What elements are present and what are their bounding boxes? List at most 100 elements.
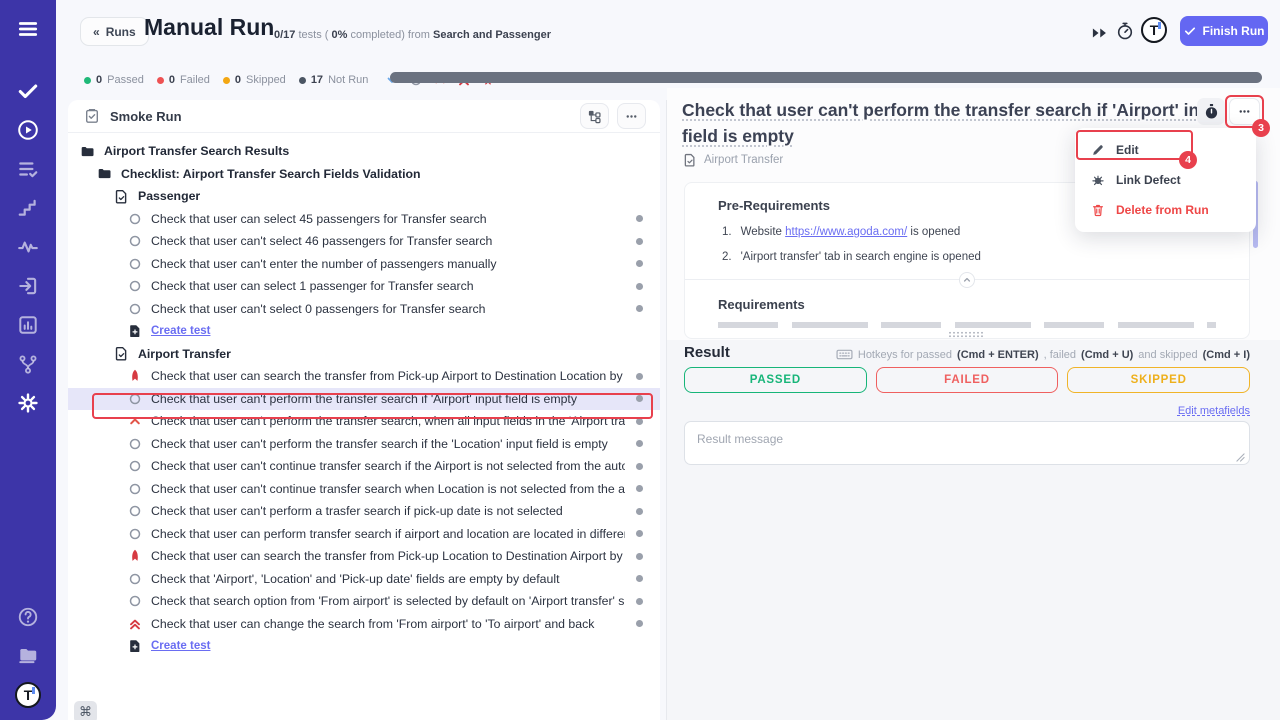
result-dot-icon[interactable]: [633, 595, 646, 608]
result-dot-icon[interactable]: [633, 415, 646, 428]
result-dot-icon[interactable]: [633, 212, 646, 225]
result-dot-icon[interactable]: [633, 257, 646, 270]
test-tree: Airport Transfer Search Results Checklis…: [68, 133, 660, 658]
result-dot-icon[interactable]: [633, 482, 646, 495]
tree-more-button[interactable]: [617, 103, 646, 129]
menu-item-edit[interactable]: Edit: [1075, 135, 1256, 165]
status-circle-icon: [128, 572, 142, 586]
app-sidebar: T: [0, 0, 56, 720]
test-title: Check that user can select 45 passengers…: [151, 212, 625, 226]
test-row[interactable]: Check that user can't select 46 passenge…: [68, 230, 660, 253]
result-dot-icon[interactable]: [633, 235, 646, 248]
test-row[interactable]: Check that user can't select 0 passenger…: [68, 298, 660, 321]
stairs-icon[interactable]: [17, 197, 39, 219]
status-circle-icon: [128, 594, 142, 608]
pulse-icon[interactable]: [17, 236, 39, 258]
finish-run-button[interactable]: Finish Run: [1180, 16, 1268, 46]
status-circle-icon: [128, 504, 142, 518]
case-context-menu: Edit Link Defect Delete from Run: [1075, 128, 1256, 232]
status-circle-icon: [128, 459, 142, 473]
result-dot-icon[interactable]: [633, 617, 646, 630]
test-row[interactable]: Check that user can't continue transfer …: [68, 455, 660, 478]
git-branch-icon[interactable]: [17, 353, 39, 375]
result-dot-icon[interactable]: [633, 280, 646, 293]
workspace-avatar[interactable]: T: [1141, 17, 1167, 43]
status-circle-icon: [128, 234, 142, 248]
test-title: Check that user can search the transfer …: [151, 549, 625, 563]
folder-icon[interactable]: [17, 644, 39, 666]
sign-in-icon[interactable]: [17, 275, 39, 297]
resize-handle[interactable]: [948, 331, 984, 338]
play-circle-icon[interactable]: [17, 119, 39, 141]
result-dot-icon[interactable]: [633, 505, 646, 518]
result-dot-icon[interactable]: [633, 460, 646, 473]
test-title: Check that user can't perform the transf…: [151, 414, 625, 428]
suite-breadcrumb: Airport Transfer: [683, 153, 783, 167]
test-row[interactable]: Check that user can't perform the transf…: [68, 410, 660, 433]
test-row-selected[interactable]: Check that user can't perform the transf…: [68, 388, 660, 411]
hamburger-menu-icon[interactable]: [17, 18, 39, 40]
test-row[interactable]: Check that user can't perform the transf…: [68, 433, 660, 456]
create-test-link[interactable]: Create test: [151, 325, 210, 337]
skipped-button[interactable]: SKIPPED: [1067, 367, 1250, 393]
test-row[interactable]: Check that user can search the transfer …: [68, 365, 660, 388]
folder-row[interactable]: Checklist: Airport Transfer Search Field…: [68, 163, 660, 186]
result-dot-icon[interactable]: [633, 392, 646, 405]
passed-button[interactable]: PASSED: [684, 367, 867, 393]
logo-avatar[interactable]: T: [15, 682, 41, 708]
finish-run-label: Finish Run: [1203, 24, 1265, 38]
agoda-link[interactable]: https://www.agoda.com/: [785, 226, 907, 238]
collapse-toggle[interactable]: [959, 272, 975, 288]
test-row[interactable]: Check that user can select 45 passengers…: [68, 208, 660, 231]
result-dot-icon[interactable]: [633, 370, 646, 383]
run-stats: 0/17 tests ( 0% completed) from Search a…: [274, 29, 551, 41]
folder-row[interactable]: Airport Transfer Search Results: [68, 140, 660, 163]
document-plus-icon: [128, 324, 142, 338]
help-icon[interactable]: [17, 606, 39, 628]
create-test-link[interactable]: Create test: [151, 640, 210, 652]
test-row[interactable]: Check that user can select 1 passenger f…: [68, 275, 660, 298]
failed-button[interactable]: FAILED: [876, 367, 1059, 393]
skipped-count: 0: [235, 74, 241, 86]
list-check-icon[interactable]: [17, 158, 39, 180]
menu-item-delete-from-run[interactable]: Delete from Run: [1075, 195, 1256, 225]
passed-label: Passed: [107, 74, 144, 86]
test-row[interactable]: Check that user can't continue transfer …: [68, 478, 660, 501]
failed-label: Failed: [180, 74, 210, 86]
edit-metafields-link[interactable]: Edit metafields: [1178, 405, 1250, 417]
suite-row[interactable]: Passenger: [68, 185, 660, 208]
page-title: Manual Run: [144, 14, 274, 41]
test-row[interactable]: Check that user can't perform a trasfer …: [68, 500, 660, 523]
hotkeys-hint: Hotkeys for passed (Cmd + ENTER) , faile…: [836, 348, 1250, 361]
test-row[interactable]: Check that search option from 'From airp…: [68, 590, 660, 613]
bar-chart-icon[interactable]: [17, 314, 39, 336]
result-dot-icon[interactable]: [633, 437, 646, 450]
result-dot-icon[interactable]: [633, 572, 646, 585]
tree-view-button[interactable]: [580, 103, 609, 129]
fast-forward-icon[interactable]: [1087, 21, 1111, 45]
test-title: Check that user can't perform the transf…: [151, 437, 625, 451]
gear-icon[interactable]: [17, 392, 39, 414]
result-message-input[interactable]: [684, 421, 1250, 465]
back-to-runs-button[interactable]: « Runs: [80, 17, 149, 46]
test-title: Check that user can select 1 passenger f…: [151, 279, 625, 293]
test-row[interactable]: Check that user can change the search fr…: [68, 613, 660, 636]
suite-row[interactable]: Airport Transfer: [68, 343, 660, 366]
result-dot-icon[interactable]: [633, 527, 646, 540]
test-row[interactable]: Check that user can't enter the number o…: [68, 253, 660, 276]
status-circle-icon: [128, 392, 142, 406]
test-row[interactable]: Check that user can perform transfer sea…: [68, 523, 660, 546]
timer-icon[interactable]: [1113, 19, 1137, 43]
result-dot-icon[interactable]: [633, 302, 646, 315]
timer-button[interactable]: [1197, 98, 1225, 125]
annotation-step-3: 3: [1252, 119, 1270, 137]
hotkeys-text: and skipped: [1138, 349, 1197, 361]
menu-item-link-defect[interactable]: Link Defect: [1075, 165, 1256, 195]
avatar-accent: [1158, 22, 1161, 29]
check-icon[interactable]: [17, 80, 39, 102]
passed-count: 0: [96, 74, 102, 86]
test-row[interactable]: Check that user can search the transfer …: [68, 545, 660, 568]
result-dot-icon[interactable]: [633, 550, 646, 563]
test-row[interactable]: Check that 'Airport', 'Location' and 'Pi…: [68, 568, 660, 591]
status-circle-icon: [128, 302, 142, 316]
